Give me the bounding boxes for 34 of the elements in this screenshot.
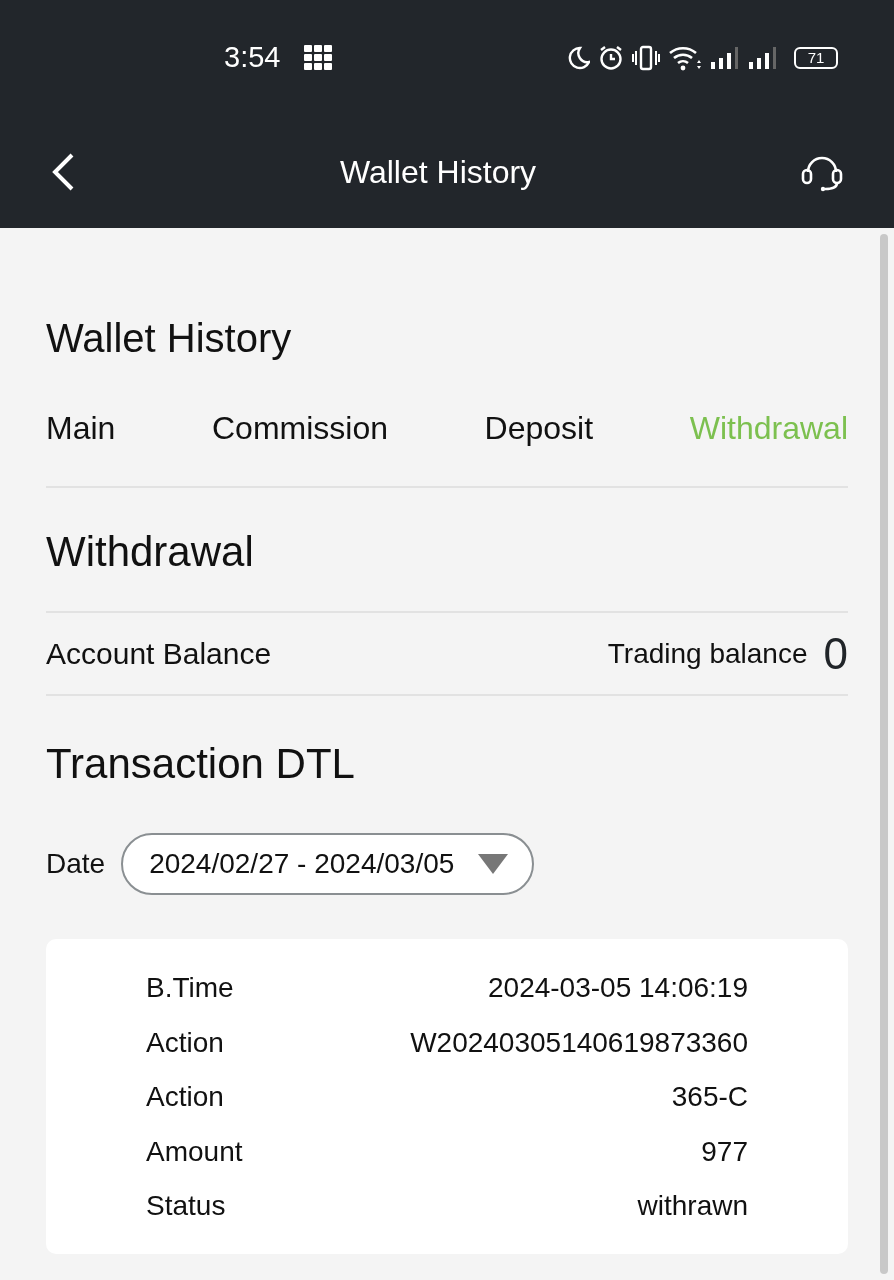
alarm-icon bbox=[598, 44, 624, 71]
field-value: W20240305140619873360 bbox=[410, 1025, 748, 1060]
header-title: Wallet History bbox=[339, 152, 537, 192]
field-label: Amount bbox=[146, 1134, 243, 1169]
wifi-icon bbox=[668, 44, 702, 71]
caret-icon bbox=[478, 854, 509, 874]
field-value: 977 bbox=[701, 1134, 748, 1169]
field-label: Status bbox=[146, 1189, 226, 1224]
section-title: Withdrawal bbox=[46, 488, 848, 613]
date-range-select[interactable]: 2024/02/27 - 2024/03/05 bbox=[121, 833, 535, 895]
page-title: Wallet History bbox=[46, 315, 293, 362]
tab[interactable]: Commission bbox=[211, 404, 388, 452]
field-label: Action bbox=[146, 1080, 224, 1115]
status-time: 3:54 bbox=[224, 39, 281, 75]
signal-icon bbox=[748, 45, 778, 70]
tab[interactable]: Deposit bbox=[484, 404, 594, 452]
field-label: B.Time bbox=[146, 971, 234, 1005]
field-value: withrawn bbox=[637, 1189, 748, 1224]
moon-icon bbox=[568, 45, 590, 70]
vibrate-icon bbox=[632, 44, 660, 71]
account-balance-label: Account Balance bbox=[46, 636, 272, 672]
tab[interactable]: Main bbox=[46, 404, 116, 452]
scrollbar[interactable] bbox=[880, 234, 888, 1274]
signal-icon bbox=[710, 45, 740, 70]
field-value: 2024-03-05 14:06:19 bbox=[488, 971, 748, 1005]
date-label: Date bbox=[46, 847, 106, 881]
battery-icon: 71 bbox=[794, 46, 838, 69]
back-icon[interactable] bbox=[50, 151, 76, 192]
trading-balance-value: 0 bbox=[823, 631, 848, 676]
field-value: 365-C bbox=[671, 1080, 748, 1115]
trading-balance-label: Trading balance bbox=[607, 636, 808, 671]
grid-icon bbox=[304, 44, 333, 71]
section-title: Transaction DTL bbox=[46, 739, 356, 789]
field-label: Action bbox=[146, 1025, 224, 1060]
